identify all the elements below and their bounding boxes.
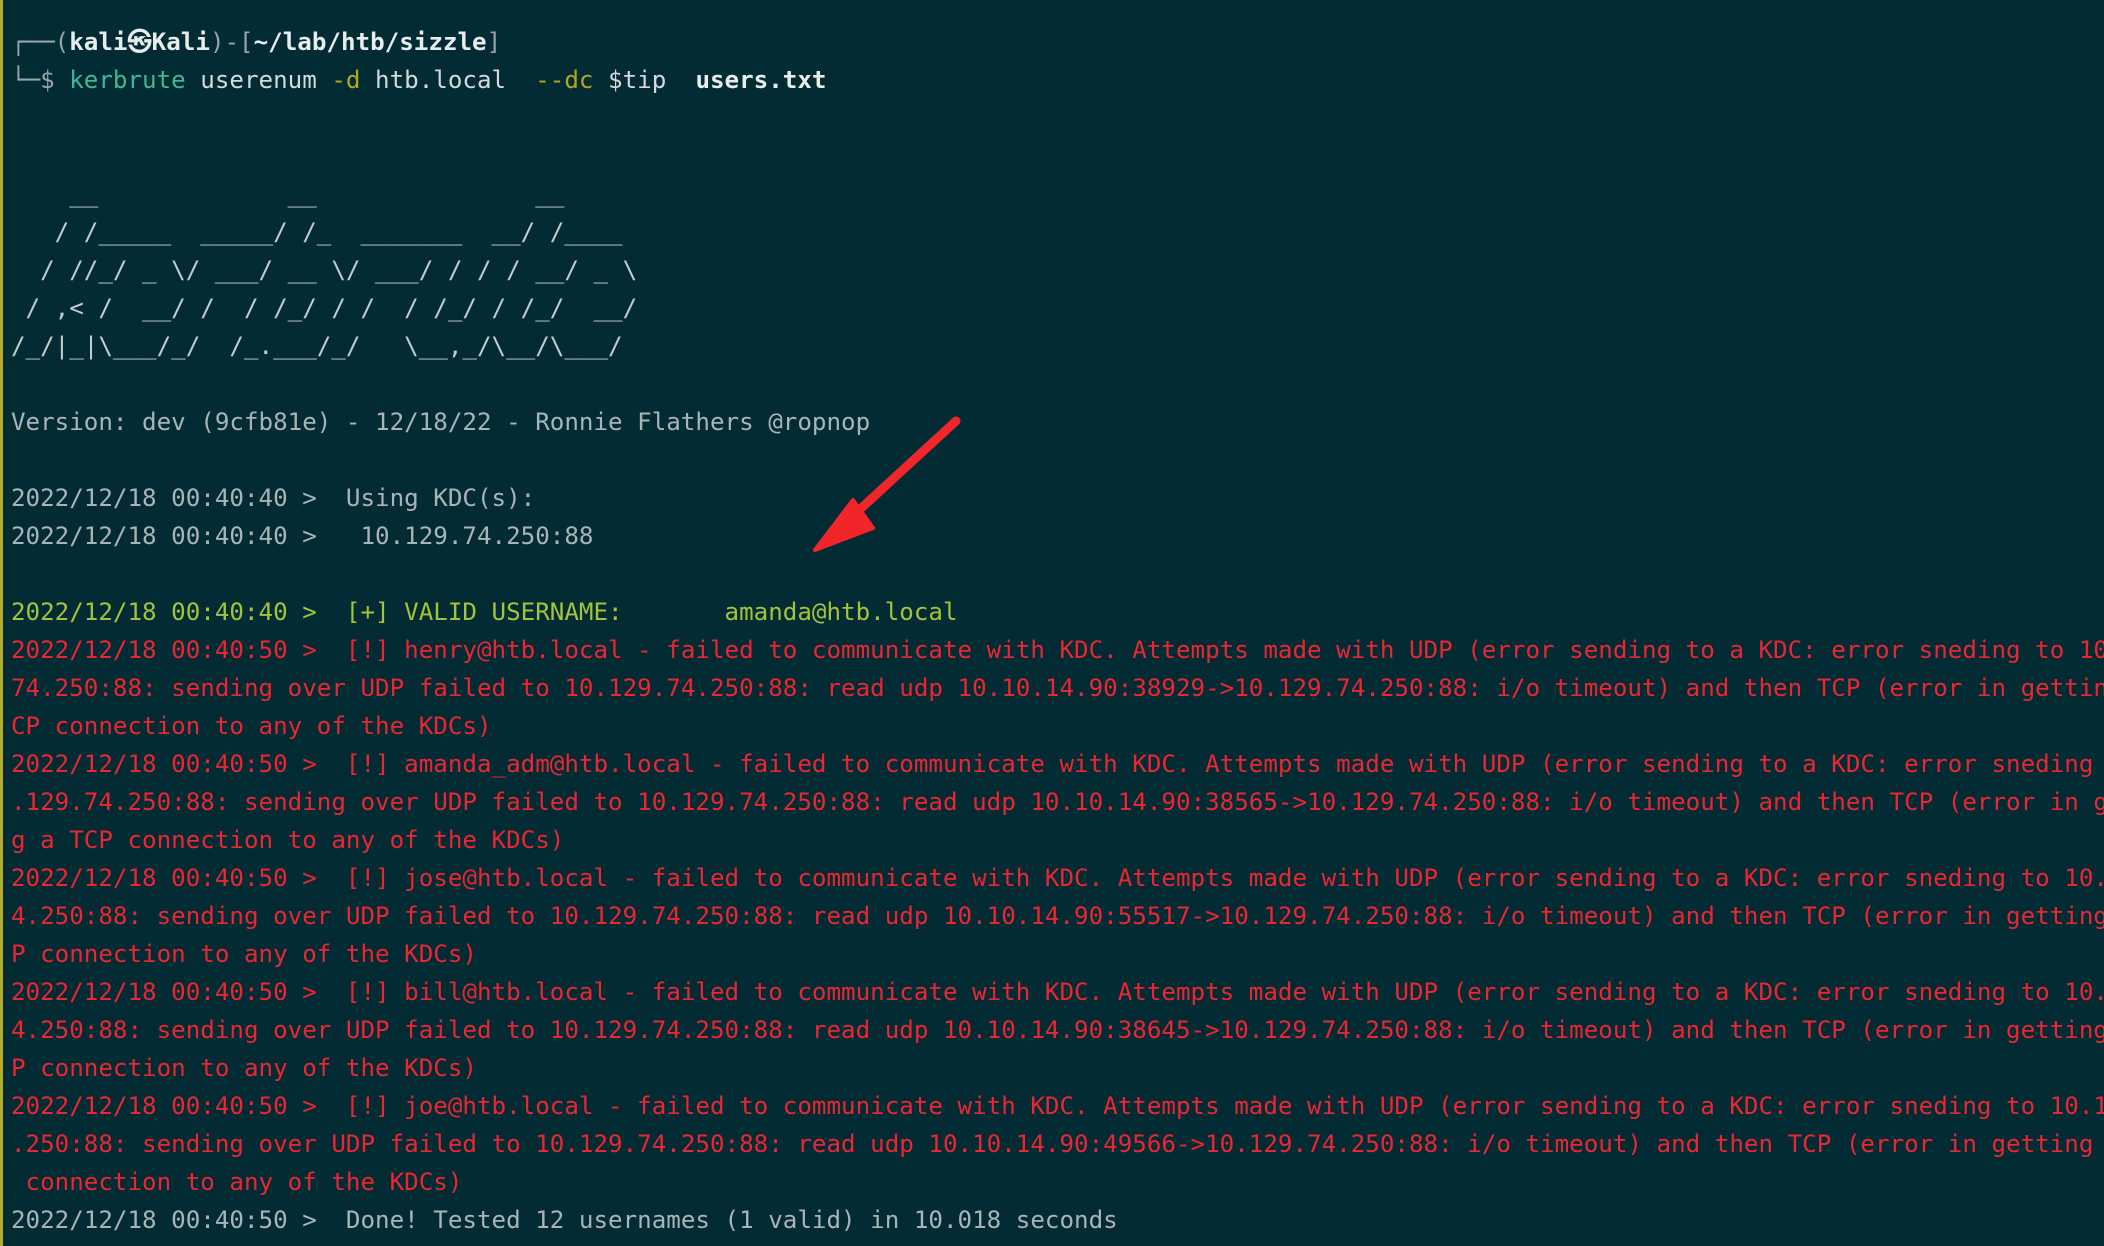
error-line: .129.74.250:88: sending over UDP failed … [11, 788, 2104, 816]
command-tip: $tip [593, 66, 696, 94]
banner-line: /_/|_|\___/_/ /_.___/_/ \__,_/\__/\___/ [11, 332, 638, 360]
banner-line: / //_/ _ \/ ___/ __ \/ ___/ / / / __/ _ … [11, 256, 638, 284]
error-line: 4.250:88: sending over UDP failed to 10.… [11, 902, 2104, 930]
error-line: P connection to any of the KDCs) [11, 1054, 477, 1082]
prompt-user: kali㉿Kali [69, 28, 210, 56]
error-line: 2022/12/18 00:40:50 > [!] bill@htb.local… [11, 978, 2104, 1006]
error-line: CP connection to any of the KDCs) [11, 712, 492, 740]
command-flag-dc: --dc [535, 66, 594, 94]
banner-line: / /_____ _____/ /_ _______ __/ /____ [11, 218, 638, 246]
banner-line: / ,< / __/ / / /_/ / / / /_/ / /_/ __/ [11, 294, 638, 322]
command-line[interactable]: └─$ kerbrute userenum -d htb.local --dc … [11, 61, 2104, 99]
error-line: connection to any of the KDCs) [11, 1168, 463, 1196]
prompt-close: ] [486, 28, 502, 56]
terminal-output: ┌──(kali㉿Kali)-[~/lab/htb/sizzle] └─$ ke… [11, 23, 2104, 1239]
error-line: 74.250:88: sending over UDP failed to 10… [11, 674, 2104, 702]
error-line: 2022/12/18 00:40:50 > [!] jose@htb.local… [11, 864, 2104, 892]
prompt-corner: ┌──( [11, 28, 70, 56]
error-line: 2022/12/18 00:40:50 > [!] joe@htb.local … [11, 1092, 2104, 1120]
error-line: g a TCP connection to any of the KDCs) [11, 826, 565, 854]
prompt-separator: )-[ [209, 28, 254, 56]
error-line: 2022/12/18 00:40:50 > [!] amanda_adm@htb… [11, 750, 2104, 778]
error-line: .250:88: sending over UDP failed to 10.1… [11, 1130, 2104, 1158]
command-flag-d: -d [331, 66, 361, 94]
command-subcommand: userenum [185, 66, 332, 94]
error-line: 4.250:88: sending over UDP failed to 10.… [11, 1016, 2104, 1044]
kdc-line: 2022/12/18 00:40:40 > 10.129.74.250:88 [11, 522, 594, 550]
prompt-header-line: ┌──(kali㉿Kali)-[~/lab/htb/sizzle] [11, 23, 2104, 61]
terminal-window[interactable]: ┌──(kali㉿Kali)-[~/lab/htb/sizzle] └─$ ke… [0, 0, 2104, 1246]
done-line: 2022/12/18 00:40:50 > Done! Tested 12 us… [11, 1206, 1118, 1234]
prompt-symbol: └─$ [11, 66, 70, 94]
prompt-path: ~/lab/htb/sizzle [253, 28, 487, 56]
command-file: users.txt [695, 66, 827, 94]
banner-line: __ __ __ [11, 180, 638, 208]
command-name: kerbrute [69, 66, 186, 94]
error-line: P connection to any of the KDCs) [11, 940, 477, 968]
version-line: Version: dev (9cfb81e) - 12/18/22 - Ronn… [11, 408, 871, 436]
command-domain: htb.local [360, 66, 536, 94]
kdc-line: 2022/12/18 00:40:40 > Using KDC(s): [11, 484, 536, 512]
error-line: 2022/12/18 00:40:50 > [!] henry@htb.loca… [11, 636, 2104, 664]
valid-username-line: 2022/12/18 00:40:40 > [+] VALID USERNAME… [11, 598, 958, 626]
